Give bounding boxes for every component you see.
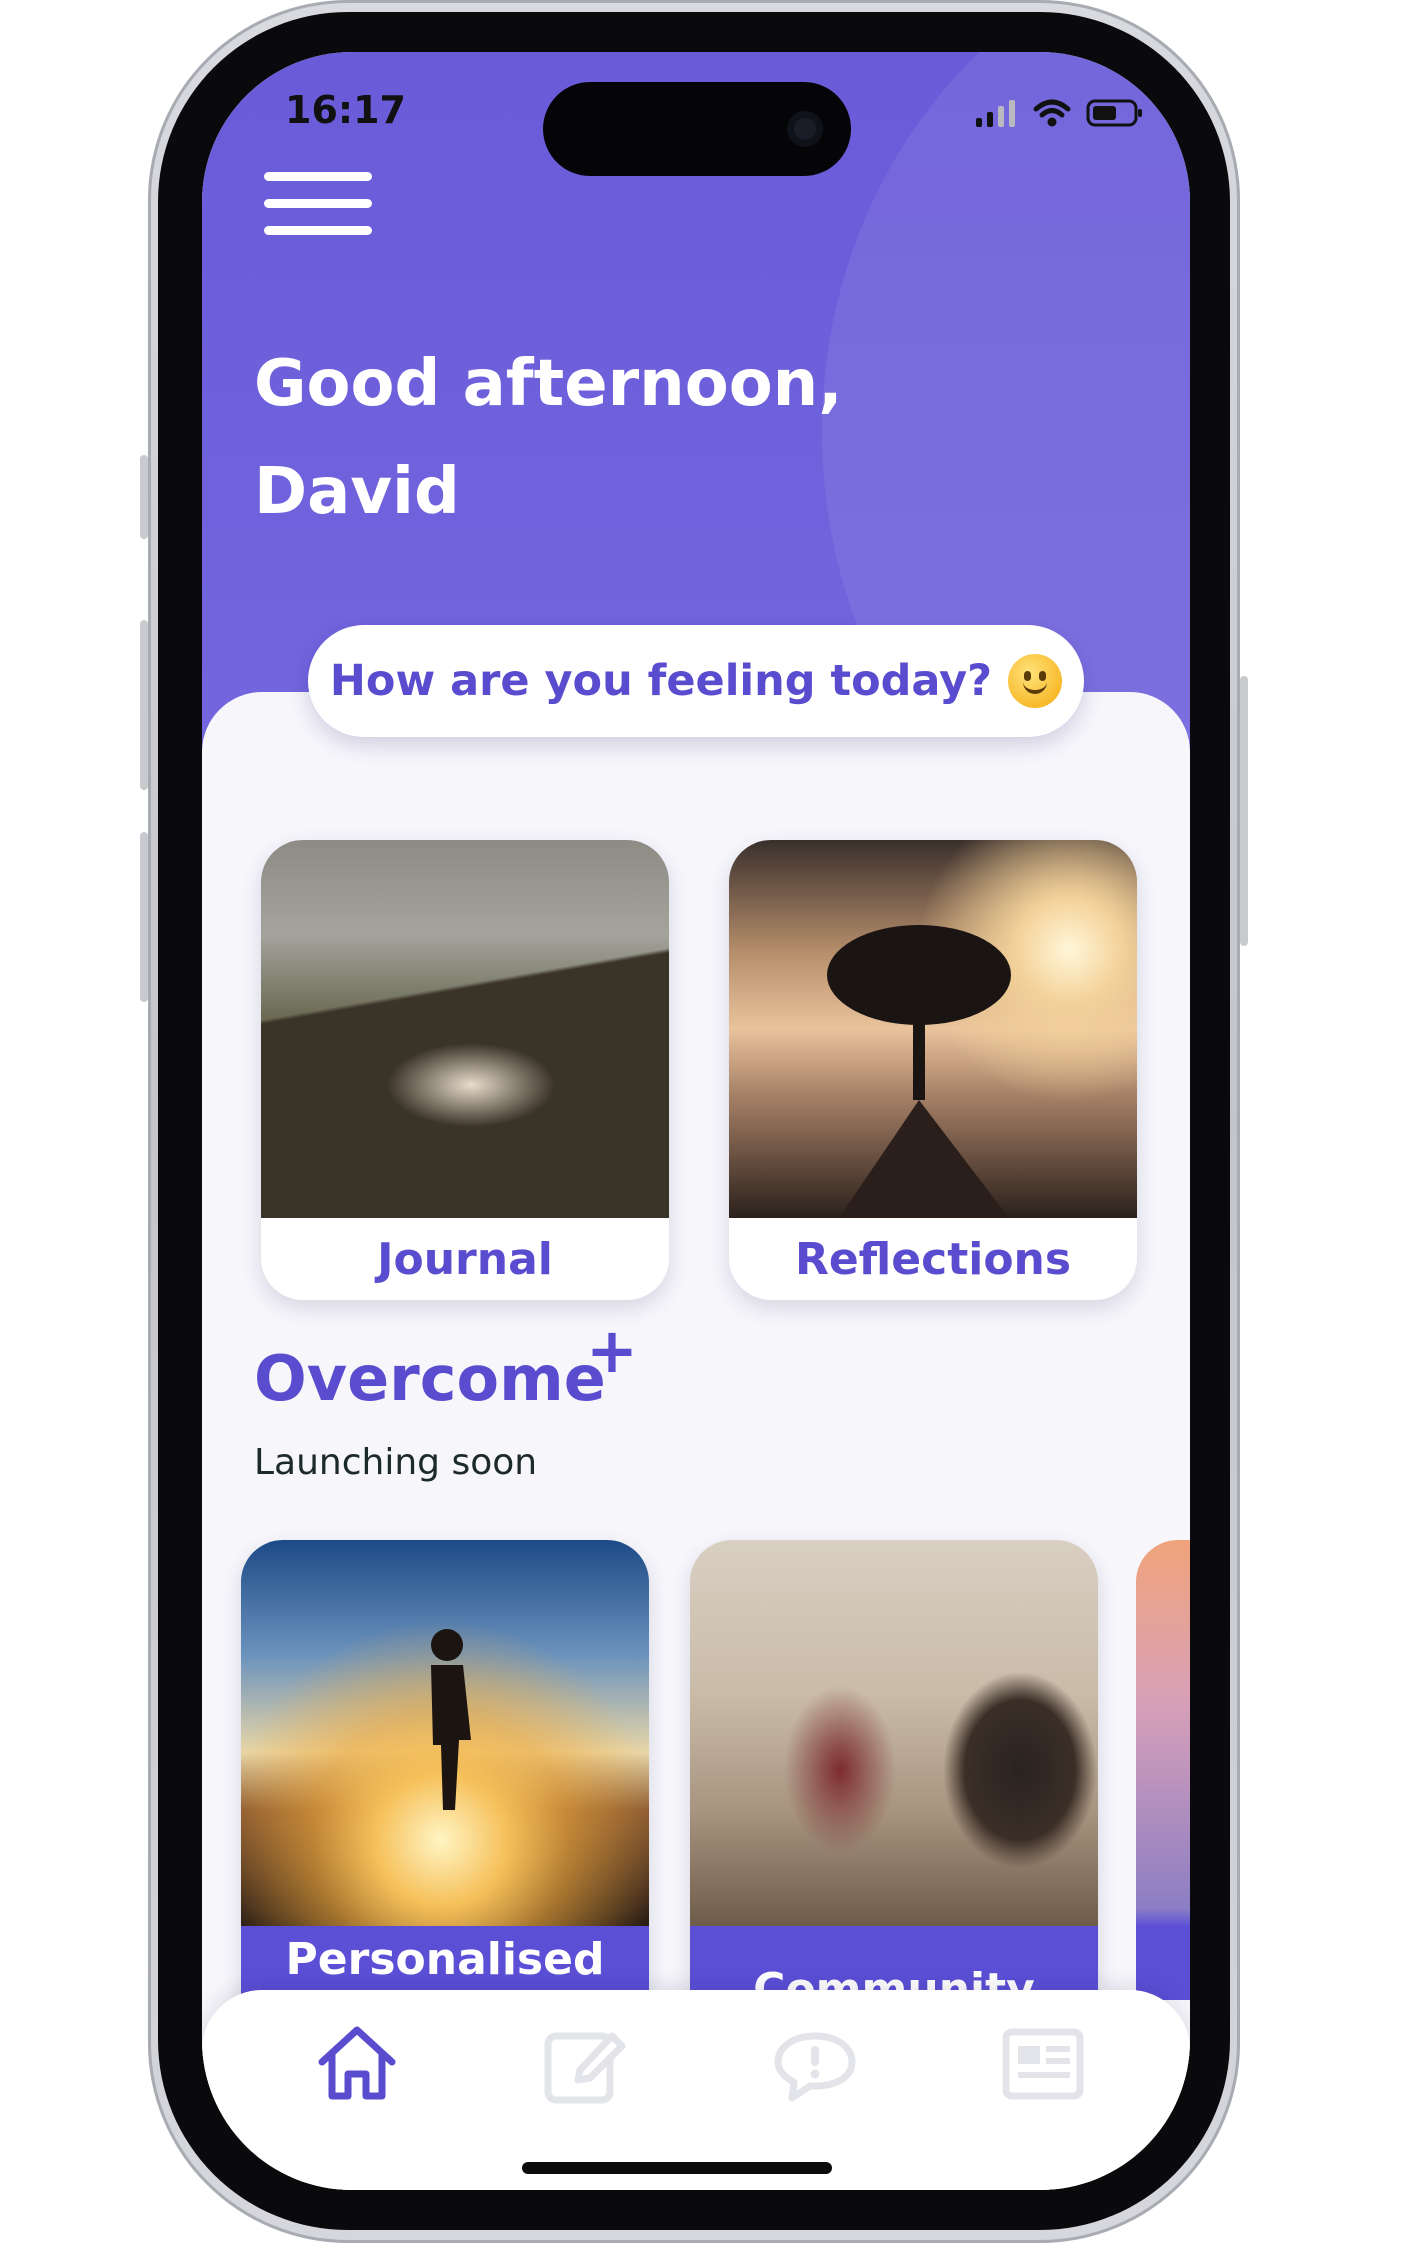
status-icons: [974, 98, 1144, 128]
journal-image: [261, 840, 669, 1218]
mood-prompt-button[interactable]: How are you feeling today?: [308, 625, 1084, 737]
status-bar: 16:17: [202, 52, 1190, 176]
volume-down-button: [140, 832, 148, 1002]
next-card-peek[interactable]: [1136, 1540, 1190, 2000]
nav-chat[interactable]: [770, 2018, 860, 2108]
community-image: [690, 1540, 1098, 1926]
smiley-face-icon: [1008, 654, 1063, 708]
nav-home[interactable]: [312, 2018, 402, 2108]
journal-card-label: Journal: [377, 1233, 553, 1285]
personalised-card[interactable]: Personalised: [241, 1540, 649, 2000]
status-time: 16:17: [285, 88, 406, 132]
overcome-plus-mark: +: [586, 1314, 638, 1387]
app-screen: 16:17 Good afternoon, David How are you …: [202, 52, 1190, 2190]
home-indicator[interactable]: [522, 2162, 832, 2174]
community-card[interactable]: Community: [690, 1540, 1098, 2000]
greeting-name: David: [254, 455, 460, 529]
community-card-label: Community: [690, 1926, 1098, 2000]
runner-silhouette: [431, 1629, 471, 1810]
power-button: [1240, 676, 1248, 946]
reflections-card[interactable]: Reflections: [729, 840, 1137, 1300]
overcome-subtitle: Launching soon: [254, 1442, 538, 1483]
action-button: [140, 455, 148, 539]
hamburger-menu-icon[interactable]: [264, 164, 374, 244]
greeting: Good afternoon, David: [254, 330, 954, 546]
home-icon: [318, 2026, 396, 2100]
personalised-card-label: Personalised: [241, 1926, 649, 2000]
battery-icon: [1086, 99, 1142, 127]
camera-icon: [787, 111, 823, 147]
mood-prompt-label: How are you feeling today?: [329, 656, 993, 706]
chat-alert-icon: [774, 2032, 856, 2102]
cellular-signal-icon: [976, 100, 1015, 127]
greeting-line-1: Good afternoon,: [254, 347, 843, 421]
wifi-icon: [1033, 99, 1071, 127]
personalised-image: [241, 1540, 649, 1926]
nav-articles[interactable]: [998, 2018, 1088, 2108]
edit-icon: [544, 2032, 626, 2104]
dynamic-island: [543, 82, 851, 176]
reflections-card-label: Reflections: [794, 1233, 1072, 1285]
reflections-image: [729, 840, 1137, 1218]
journal-card[interactable]: Journal: [261, 840, 669, 1300]
news-icon: [1002, 2028, 1084, 2100]
nav-journal[interactable]: [540, 2018, 630, 2108]
volume-up-button: [140, 620, 148, 790]
overcome-title: Overcome: [254, 1342, 606, 1415]
tree-silhouette: [827, 925, 1011, 1218]
bottom-navigation: [202, 1990, 1190, 2190]
